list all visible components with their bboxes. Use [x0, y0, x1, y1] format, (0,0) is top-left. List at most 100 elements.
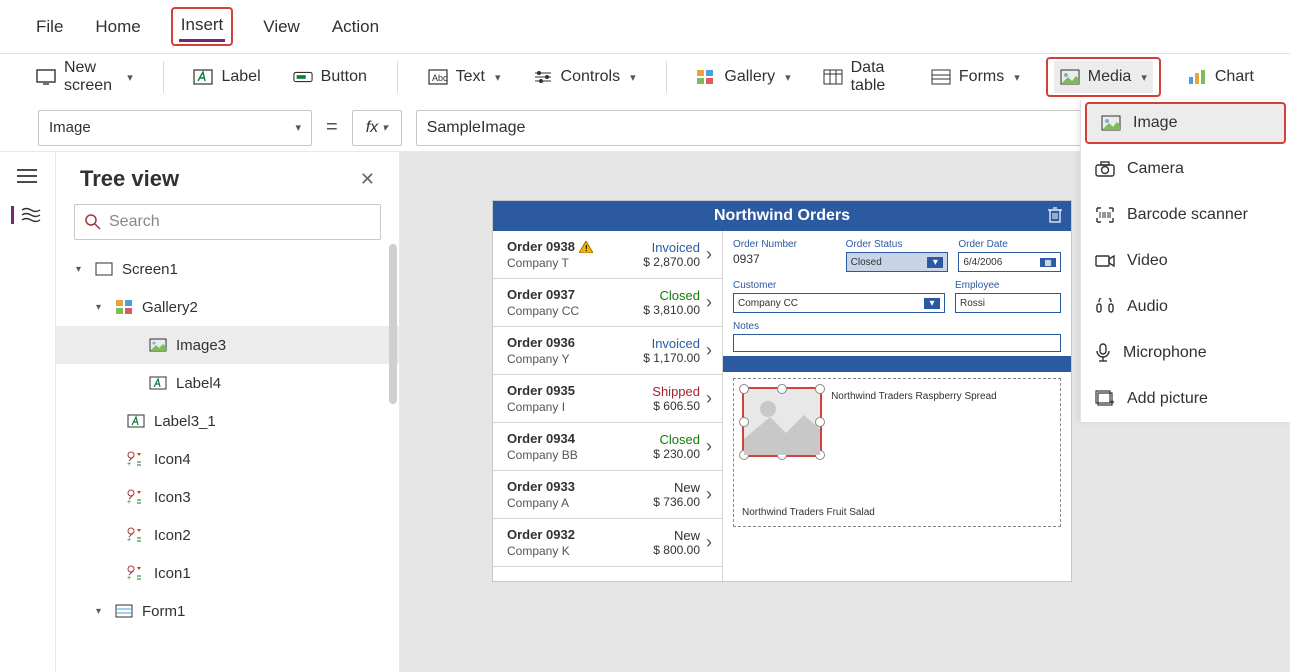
- order-company: Company Y: [507, 352, 575, 366]
- chevron-down-icon: ▾: [1141, 71, 1147, 84]
- forms-button[interactable]: Forms ▾: [925, 61, 1026, 93]
- order-price: $ 3,810.00: [643, 303, 700, 317]
- tree-item-form1[interactable]: ▾ Form1: [56, 592, 399, 630]
- media-menu-camera[interactable]: Camera: [1081, 146, 1290, 192]
- employee-input[interactable]: Rossi: [955, 293, 1061, 313]
- order-number: Order 0933: [507, 479, 575, 494]
- media-menu-image[interactable]: Image: [1085, 102, 1286, 144]
- chevron-right-icon[interactable]: ›: [706, 244, 712, 265]
- order-list-item[interactable]: Order 0933 Company ANew$ 736.00›: [493, 471, 722, 519]
- order-list-item[interactable]: Order 0934 Company BBClosed$ 230.00›: [493, 423, 722, 471]
- notes-label: Notes: [733, 321, 1061, 332]
- gallery-button[interactable]: Gallery ▾: [690, 61, 796, 93]
- chevron-right-icon[interactable]: ›: [706, 292, 712, 313]
- tree-item-label4[interactable]: Label4: [56, 364, 399, 402]
- form-icon: [114, 602, 134, 620]
- chevron-right-icon[interactable]: ›: [706, 388, 712, 409]
- tree-caret-icon[interactable]: ▾: [76, 264, 86, 275]
- tree-scrollbar[interactable]: [389, 244, 397, 404]
- menu-home[interactable]: Home: [93, 13, 142, 41]
- media-menu-microphone[interactable]: Microphone: [1081, 330, 1290, 376]
- order-number: Order 0938 !: [507, 239, 593, 254]
- label-button[interactable]: Label: [187, 61, 266, 93]
- chevron-right-icon[interactable]: ›: [706, 484, 712, 505]
- media-button[interactable]: Media ▾: [1054, 61, 1153, 93]
- controls-button[interactable]: Controls ▾: [527, 61, 642, 93]
- tree-item-screen1[interactable]: ▾ Screen1: [56, 250, 399, 288]
- chevron-right-icon[interactable]: ›: [706, 532, 712, 553]
- tree-item-label3-1[interactable]: Label3_1: [56, 402, 399, 440]
- tree-item-gallery2[interactable]: ▾ Gallery2: [56, 288, 399, 326]
- order-list-item[interactable]: Order 0937 Company CCClosed$ 3,810.00›: [493, 279, 722, 327]
- chevron-down-icon: ▾: [924, 298, 940, 309]
- customer-select[interactable]: Company CC▾: [733, 293, 945, 313]
- tree-search-input[interactable]: Search: [74, 204, 381, 240]
- media-button-highlight: Media ▾: [1046, 57, 1161, 97]
- order-status-value: Closed: [851, 257, 882, 268]
- tree-item-icon3[interactable]: + Icon3: [56, 478, 399, 516]
- order-status-select[interactable]: Closed▾: [846, 252, 949, 272]
- order-number: Order 0937: [507, 287, 579, 302]
- order-list[interactable]: Order 0938 !Company TInvoiced$ 2,870.00›…: [493, 231, 723, 581]
- property-select[interactable]: Image ▾: [38, 110, 312, 146]
- notes-input[interactable]: [733, 334, 1061, 352]
- media-menu-audio[interactable]: Audio: [1081, 284, 1290, 330]
- tree-caret-icon[interactable]: ▾: [96, 302, 106, 313]
- product-name-2: Northwind Traders Fruit Salad: [742, 507, 1052, 518]
- order-company: Company I: [507, 400, 575, 414]
- order-company: Company T: [507, 256, 593, 270]
- fx-button[interactable]: fx▾: [352, 110, 402, 146]
- tree-item-image3[interactable]: Image3: [56, 326, 399, 364]
- equals-sign: =: [326, 116, 338, 139]
- chevron-right-icon[interactable]: ›: [706, 436, 712, 457]
- tree-item-icon1[interactable]: + Icon1: [56, 554, 399, 592]
- menu-insert[interactable]: Insert: [179, 11, 226, 42]
- order-list-item[interactable]: Order 0936 Company YInvoiced$ 1,170.00›: [493, 327, 722, 375]
- chevron-right-icon[interactable]: ›: [706, 340, 712, 361]
- tree-view-icon[interactable]: [11, 206, 35, 224]
- media-menu-video[interactable]: Video: [1081, 238, 1290, 284]
- product-image-selected[interactable]: [742, 387, 822, 457]
- forms-button-label: Forms: [959, 68, 1004, 86]
- media-menu-label: Add picture: [1127, 390, 1208, 408]
- menu-action[interactable]: Action: [330, 13, 381, 41]
- add-picture-icon: [1095, 390, 1115, 408]
- order-date-input[interactable]: 6/4/2006▦: [958, 252, 1061, 272]
- tree-item-icon2[interactable]: + Icon2: [56, 516, 399, 554]
- order-number: Order 0932: [507, 527, 575, 542]
- close-icon[interactable]: ✕: [360, 169, 375, 190]
- tree-item-icon4[interactable]: + Icon4: [56, 440, 399, 478]
- group-icon: +: [126, 450, 146, 468]
- order-price: $ 606.50: [652, 399, 700, 413]
- chevron-down-icon: ▾: [1014, 71, 1020, 84]
- controls-icon: [533, 67, 553, 87]
- label-icon: [148, 374, 168, 392]
- gallery-icon: [114, 298, 134, 316]
- media-menu-add-picture[interactable]: Add picture: [1081, 376, 1290, 422]
- text-button[interactable]: Abc Text ▾: [422, 61, 507, 93]
- tree-caret-icon[interactable]: ▾: [96, 606, 106, 617]
- order-list-item[interactable]: Order 0935 Company IShipped$ 606.50›: [493, 375, 722, 423]
- chart-button[interactable]: Chart: [1181, 61, 1260, 93]
- new-screen-button[interactable]: New screen ▾: [30, 53, 139, 101]
- menu-view[interactable]: View: [261, 13, 302, 41]
- tree-view-title: Tree view: [80, 166, 179, 192]
- button-button[interactable]: Button: [287, 61, 373, 93]
- order-list-item[interactable]: Order 0938 !Company TInvoiced$ 2,870.00›: [493, 231, 722, 279]
- hamburger-icon[interactable]: [16, 168, 40, 186]
- property-select-value: Image: [49, 119, 91, 136]
- microphone-icon: [1095, 343, 1111, 363]
- button-icon: [293, 67, 313, 87]
- tree-search-placeholder: Search: [109, 213, 160, 231]
- media-menu-label: Audio: [1127, 298, 1168, 316]
- trash-icon[interactable]: [1047, 206, 1063, 224]
- tree-item-label: Screen1: [122, 261, 178, 278]
- menu-file[interactable]: File: [34, 13, 65, 41]
- warning-icon: !: [579, 241, 593, 253]
- media-button-label: Media: [1088, 68, 1132, 86]
- order-list-item[interactable]: Order 0932 Company KNew$ 800.00›: [493, 519, 722, 567]
- media-menu-barcode[interactable]: Barcode scanner: [1081, 192, 1290, 238]
- data-table-button[interactable]: Data table: [817, 53, 905, 101]
- order-status: Shipped: [652, 384, 700, 399]
- tree-item-label: Form1: [142, 603, 185, 620]
